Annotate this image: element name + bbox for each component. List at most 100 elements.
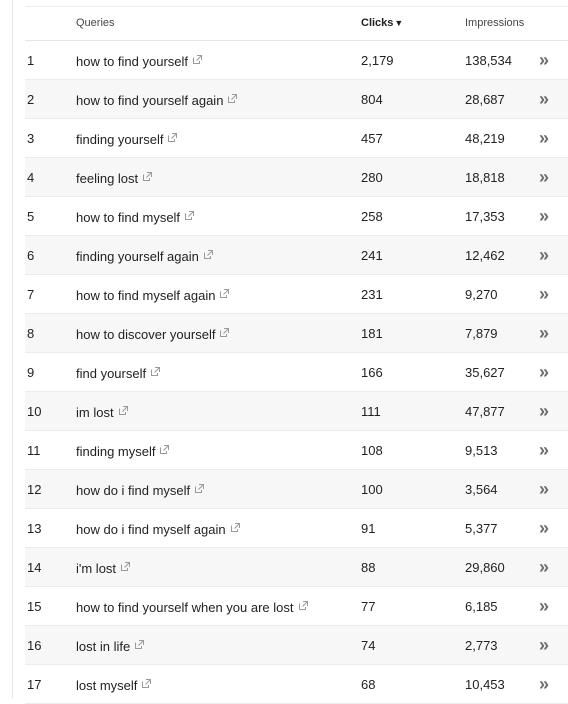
row-impressions: 5,377 bbox=[465, 521, 498, 536]
double-chevron-right-icon[interactable]: » bbox=[539, 636, 559, 654]
external-link-icon[interactable] bbox=[135, 640, 145, 649]
row-clicks: 77 bbox=[361, 599, 376, 614]
row-clicks: 74 bbox=[361, 638, 376, 653]
query-text: how to find yourself when you are lost bbox=[76, 600, 294, 615]
query-link[interactable]: finding myself bbox=[76, 444, 170, 459]
query-link[interactable]: how to find myself again bbox=[76, 288, 230, 303]
query-link[interactable]: find yourself bbox=[76, 366, 161, 381]
external-link-icon[interactable] bbox=[195, 484, 205, 493]
query-text: how to discover yourself bbox=[76, 327, 216, 342]
query-link[interactable]: how do i find myself again bbox=[76, 522, 240, 537]
row-rank: 1 bbox=[27, 53, 35, 68]
query-link[interactable]: finding yourself again bbox=[76, 249, 213, 264]
double-chevron-right-icon[interactable]: » bbox=[539, 597, 559, 615]
row-clicks: 2,179 bbox=[361, 53, 394, 68]
query-link[interactable]: how to find yourself when you are lost bbox=[76, 600, 308, 615]
double-chevron-right-icon[interactable]: » bbox=[539, 246, 559, 264]
external-link-icon[interactable] bbox=[168, 133, 178, 142]
table-row: 3 finding yourself 457 48,219 » bbox=[25, 119, 568, 158]
table-row: 6 finding yourself again 241 12,462 » bbox=[25, 236, 568, 275]
row-clicks: 91 bbox=[361, 521, 376, 536]
double-chevron-right-icon[interactable]: » bbox=[539, 480, 559, 498]
row-clicks: 804 bbox=[361, 92, 383, 107]
query-link[interactable]: lost in life bbox=[76, 639, 145, 654]
external-link-icon[interactable] bbox=[121, 562, 131, 571]
query-text: how to find myself again bbox=[76, 288, 216, 303]
row-impressions: 3,564 bbox=[465, 482, 498, 497]
row-impressions: 18,818 bbox=[465, 170, 505, 185]
row-rank: 15 bbox=[27, 599, 42, 614]
row-clicks: 181 bbox=[361, 326, 383, 341]
double-chevron-right-icon[interactable]: » bbox=[539, 285, 559, 303]
double-chevron-right-icon[interactable]: » bbox=[539, 363, 559, 381]
row-impressions: 35,627 bbox=[465, 365, 505, 380]
query-text: how do i find myself bbox=[76, 483, 191, 498]
double-chevron-right-icon[interactable]: » bbox=[539, 129, 559, 147]
double-chevron-right-icon[interactable]: » bbox=[539, 207, 559, 225]
query-text: feeling lost bbox=[76, 171, 139, 186]
row-rank: 13 bbox=[27, 521, 42, 536]
header-clicks[interactable]: Clicks▼ bbox=[361, 17, 403, 29]
external-link-icon[interactable] bbox=[143, 172, 153, 181]
double-chevron-right-icon[interactable]: » bbox=[539, 441, 559, 459]
external-link-icon[interactable] bbox=[160, 445, 170, 454]
row-clicks: 68 bbox=[361, 677, 376, 692]
external-link-icon[interactable] bbox=[230, 523, 240, 532]
query-link[interactable]: im lost bbox=[76, 405, 128, 420]
row-clicks: 166 bbox=[361, 365, 383, 380]
row-rank: 2 bbox=[27, 92, 35, 107]
row-rank: 8 bbox=[27, 326, 35, 341]
external-link-icon[interactable] bbox=[203, 250, 213, 259]
external-link-icon[interactable] bbox=[220, 328, 230, 337]
query-text: lost in life bbox=[76, 639, 131, 654]
query-link[interactable]: feeling lost bbox=[76, 171, 153, 186]
row-impressions: 7,879 bbox=[465, 326, 498, 341]
query-text: finding yourself again bbox=[76, 249, 199, 264]
query-link[interactable]: i'm lost bbox=[76, 561, 131, 576]
query-link[interactable]: finding yourself bbox=[76, 132, 178, 147]
query-link[interactable]: how do i find myself bbox=[76, 483, 205, 498]
row-rank: 16 bbox=[27, 638, 42, 653]
query-text: how to find myself bbox=[76, 210, 181, 225]
double-chevron-right-icon[interactable]: » bbox=[539, 51, 559, 69]
table-row: 4 feeling lost 280 18,818 » bbox=[25, 158, 568, 197]
row-impressions: 28,687 bbox=[465, 92, 505, 107]
double-chevron-right-icon[interactable]: » bbox=[539, 168, 559, 186]
query-link[interactable]: lost myself bbox=[76, 678, 152, 693]
double-chevron-right-icon[interactable]: » bbox=[539, 675, 559, 693]
query-link[interactable]: how to find yourself again bbox=[76, 93, 238, 108]
double-chevron-right-icon[interactable]: » bbox=[539, 324, 559, 342]
query-text: finding yourself bbox=[76, 132, 164, 147]
query-link[interactable]: how to find myself bbox=[76, 210, 195, 225]
row-impressions: 9,270 bbox=[465, 287, 498, 302]
external-link-icon[interactable] bbox=[118, 406, 128, 415]
row-rank: 11 bbox=[27, 443, 41, 458]
row-rank: 17 bbox=[27, 677, 42, 692]
external-link-icon[interactable] bbox=[185, 211, 195, 220]
queries-table: Queries Clicks▼ Impressions 1 how to fin… bbox=[25, 6, 568, 704]
external-link-icon[interactable] bbox=[142, 679, 152, 688]
query-link[interactable]: how to find yourself bbox=[76, 54, 203, 69]
external-link-icon[interactable] bbox=[193, 55, 203, 64]
query-link[interactable]: how to discover yourself bbox=[76, 327, 230, 342]
row-rank: 6 bbox=[27, 248, 35, 263]
row-clicks: 100 bbox=[361, 482, 383, 497]
double-chevron-right-icon[interactable]: » bbox=[539, 90, 559, 108]
external-link-icon[interactable] bbox=[298, 601, 308, 610]
external-link-icon[interactable] bbox=[220, 289, 230, 298]
query-text: find yourself bbox=[76, 366, 147, 381]
table-body: 1 how to find yourself 2,179 138,534 » 2… bbox=[25, 41, 568, 704]
query-text: lost myself bbox=[76, 678, 138, 693]
external-link-icon[interactable] bbox=[228, 94, 238, 103]
header-queries[interactable]: Queries bbox=[76, 17, 115, 29]
header-impressions[interactable]: Impressions bbox=[465, 17, 524, 29]
table-row: 1 how to find yourself 2,179 138,534 » bbox=[25, 41, 568, 80]
table-row: 16 lost in life 74 2,773 » bbox=[25, 626, 568, 665]
query-text: how to find yourself again bbox=[76, 93, 224, 108]
double-chevron-right-icon[interactable]: » bbox=[539, 402, 559, 420]
query-text: how to find yourself bbox=[76, 54, 189, 69]
double-chevron-right-icon[interactable]: » bbox=[539, 558, 559, 576]
double-chevron-right-icon[interactable]: » bbox=[539, 519, 559, 537]
row-impressions: 12,462 bbox=[465, 248, 505, 263]
external-link-icon[interactable] bbox=[151, 367, 161, 376]
